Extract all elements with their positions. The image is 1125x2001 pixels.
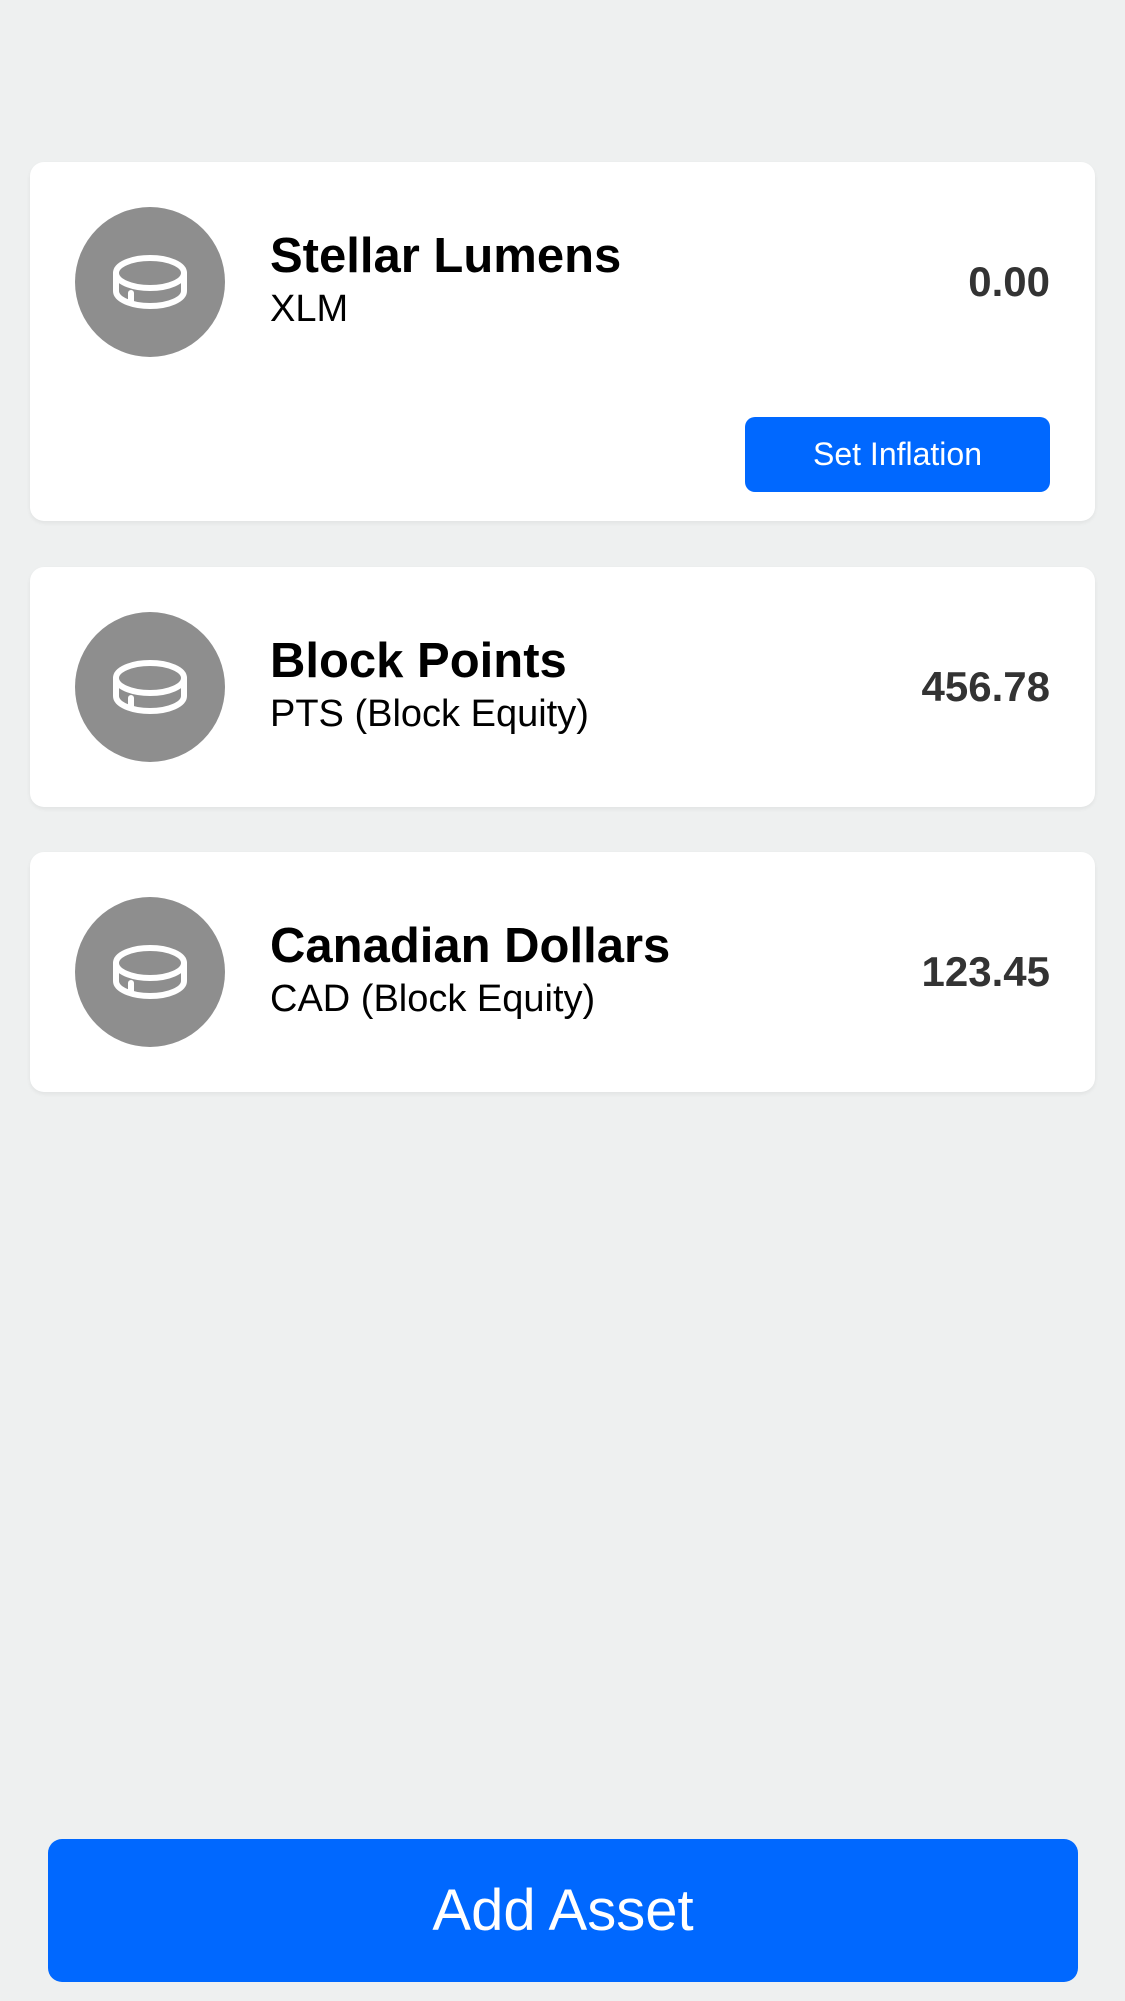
asset-name: Canadian Dollars (270, 919, 671, 973)
asset-balance: 123.45 (921, 948, 1050, 995)
asset-balance: 0.00 (968, 258, 1050, 305)
asset-name: Block Points (270, 634, 567, 688)
coin-icon (75, 897, 225, 1047)
asset-card-xlm[interactable]: Stellar Lumens XLM 0.00 Set Inflation (30, 162, 1095, 521)
asset-balance: 456.78 (921, 663, 1050, 710)
add-asset-button[interactable]: Add Asset (48, 1839, 1078, 1982)
asset-card-pts[interactable]: Block Points PTS (Block Equity) 456.78 (30, 567, 1095, 807)
coin-icon (75, 612, 225, 762)
asset-code: XLM (270, 288, 349, 330)
asset-card-cad[interactable]: Canadian Dollars CAD (Block Equity) 123.… (30, 852, 1095, 1092)
set-inflation-button[interactable]: Set Inflation (745, 417, 1050, 492)
asset-name: Stellar Lumens (270, 229, 622, 283)
asset-code: CAD (Block Equity) (270, 978, 596, 1020)
asset-code: PTS (Block Equity) (270, 693, 589, 735)
coin-icon (75, 207, 225, 357)
